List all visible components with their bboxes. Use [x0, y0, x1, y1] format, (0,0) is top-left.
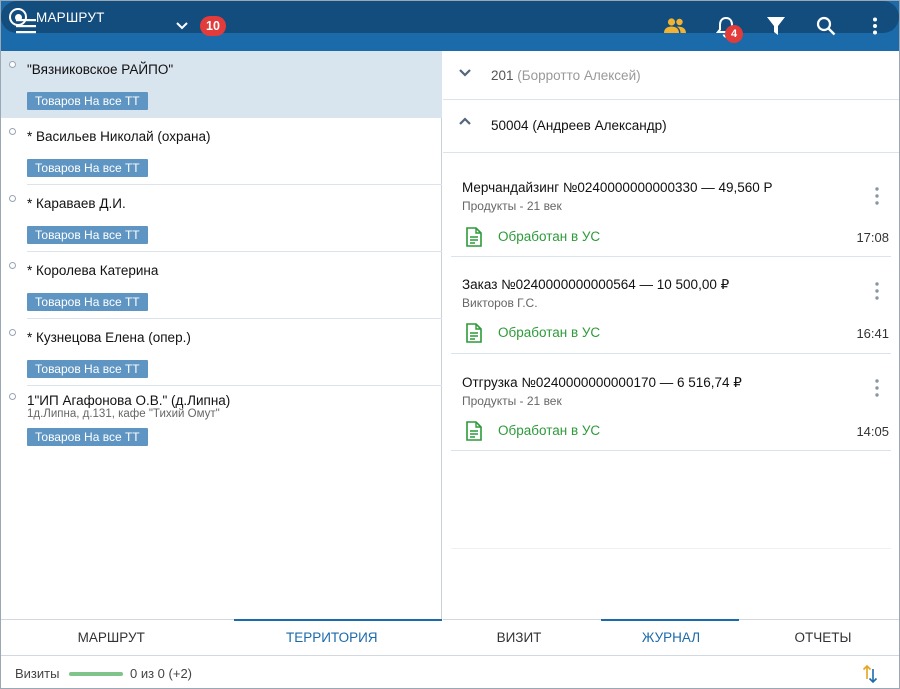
outlet-name: 1"ИП Агафонова О.В." (д.Липна) [27, 393, 231, 408]
document-time: 16:41 [856, 326, 889, 341]
status-dot-icon [9, 262, 16, 269]
hamburger-menu-button[interactable] [11, 11, 41, 41]
agent-group-expanded[interactable]: 50004 (Андреев Александр) [443, 100, 899, 153]
tab-reports[interactable]: ОТЧЕТЫ [747, 620, 899, 655]
document-time: 17:08 [856, 230, 889, 245]
outlet-list[interactable]: "Вязниковское РАЙПО" Товаров На все ТТ *… [1, 51, 442, 619]
tab-territory[interactable]: ТЕРРИТОРИЯ [222, 619, 443, 655]
more-vertical-icon[interactable] [871, 378, 883, 398]
outlet-name: * Королева Катерина [27, 263, 159, 278]
notifications-badge: 4 [725, 25, 743, 43]
agent-group-collapsed[interactable]: 201 (Борротто Алексей) [443, 51, 899, 100]
status-dot-icon [9, 195, 16, 202]
search-button[interactable] [813, 13, 839, 39]
route-dropdown-button[interactable] [171, 14, 193, 38]
users-button[interactable] [661, 13, 689, 39]
more-vertical-icon[interactable] [871, 186, 883, 206]
tab-visit[interactable]: ВИЗИТ [443, 620, 595, 655]
menu-icon [16, 19, 36, 34]
goods-tag: Товаров На все ТТ [27, 360, 148, 378]
search-icon [816, 16, 836, 36]
status-dot-icon [9, 128, 16, 135]
document-subtitle: Продукты - 21 век [462, 199, 562, 213]
document-icon [466, 323, 482, 343]
status-bar: Визиты 0 из 0 (+2) [1, 655, 899, 688]
status-dot-icon [9, 393, 16, 400]
document-subtitle: Викторов Г.С. [462, 296, 538, 310]
visits-progress-fill [69, 672, 123, 676]
document-subtitle: Продукты - 21 век [462, 394, 562, 408]
group-code: 201 [491, 68, 514, 83]
outlet-item[interactable]: 1"ИП Агафонова О.В." (д.Липна) 1д.Липна,… [1, 386, 442, 454]
goods-tag: Товаров На все ТТ [27, 226, 148, 244]
divider [451, 548, 891, 549]
journal-panel[interactable]: 201 (Борротто Алексей) 50004 (Андреев Ал… [443, 51, 899, 619]
journal-document[interactable]: Отгрузка №0240000000000170 — 6 516,74 ₽ … [451, 354, 891, 451]
outlet-name: * Кузнецова Елена (опер.) [27, 330, 191, 345]
document-status: Обработан в УС [498, 325, 601, 340]
document-title: Мерчандайзинг №0240000000000330 — 49,560… [462, 180, 773, 195]
outlet-name: * Васильев Николай (охрана) [27, 129, 211, 144]
outlet-address: 1д.Липна, д.131, кафе "Тихий Омут" [27, 408, 220, 420]
app-window: МАРШРУТ 10 4 "Вязниковское РАЙПО" Товаро… [0, 0, 900, 689]
goods-tag: Товаров На все ТТ [27, 92, 148, 110]
outlet-item[interactable]: * Кузнецова Елена (опер.) Товаров На все… [1, 319, 442, 386]
more-vertical-icon[interactable] [871, 281, 883, 301]
outlet-name: * Караваев Д.И. [27, 196, 126, 211]
document-title: Отгрузка №0240000000000170 — 6 516,74 ₽ [462, 375, 742, 390]
goods-tag: Товаров На все ТТ [27, 159, 148, 177]
goods-tag: Товаров На все ТТ [27, 428, 148, 446]
document-title: Заказ №0240000000000564 — 10 500,00 ₽ [462, 277, 730, 292]
document-icon [466, 421, 482, 441]
outlet-item[interactable]: "Вязниковское РАЙПО" Товаров На все ТТ [1, 51, 442, 118]
group-person: (Борротто Алексей) [517, 68, 641, 83]
route-count-badge: 10 [200, 16, 226, 36]
right-tab-bar: ВИЗИТ ЖУРНАЛ ОТЧЕТЫ [443, 619, 899, 655]
journal-document[interactable]: Заказ №0240000000000564 — 10 500,00 ₽ Ви… [451, 257, 891, 354]
visits-count: 0 из 0 (+2) [130, 666, 192, 681]
visits-progress-bar [69, 672, 123, 676]
more-options-button[interactable] [865, 13, 885, 39]
visits-label: Визиты [15, 666, 60, 681]
tab-route[interactable]: МАРШРУТ [1, 620, 222, 655]
document-status: Обработан в УС [498, 423, 601, 438]
group-person: (Андреев Александр) [532, 118, 667, 133]
filter-icon [767, 17, 785, 35]
outlet-item[interactable]: * Королева Катерина Товаров На все ТТ [1, 252, 442, 319]
chevron-up-icon [459, 117, 471, 125]
journal-document[interactable]: Мерчандайзинг №0240000000000330 — 49,560… [451, 158, 891, 257]
group-title: 201 (Борротто Алексей) [491, 68, 641, 83]
route-label: МАРШРУТ [36, 9, 105, 25]
top-app-bar: МАРШРУТ 10 4 [1, 1, 899, 51]
group-title: 50004 (Андреев Александр) [491, 118, 667, 133]
status-dot-icon [9, 329, 16, 336]
filter-button[interactable] [764, 13, 788, 39]
document-status: Обработан в УС [498, 229, 601, 244]
group-code: 50004 [491, 118, 529, 133]
document-icon [466, 227, 482, 247]
sort-arrows-icon[interactable] [861, 664, 879, 684]
outlet-item[interactable]: * Васильев Николай (охрана) Товаров На в… [1, 118, 442, 185]
chevron-down-icon [176, 22, 188, 30]
more-vertical-icon [873, 17, 877, 35]
status-dot-icon [9, 61, 16, 68]
chevron-down-icon [459, 69, 471, 77]
goods-tag: Товаров На все ТТ [27, 293, 148, 311]
left-tab-bar: МАРШРУТ ТЕРРИТОРИЯ [1, 619, 442, 655]
outlet-name: "Вязниковское РАЙПО" [27, 62, 174, 77]
tab-journal[interactable]: ЖУРНАЛ [595, 619, 747, 655]
users-icon [664, 18, 686, 33]
outlet-item[interactable]: * Караваев Д.И. Товаров На все ТТ [1, 185, 442, 252]
document-time: 14:05 [856, 424, 889, 439]
